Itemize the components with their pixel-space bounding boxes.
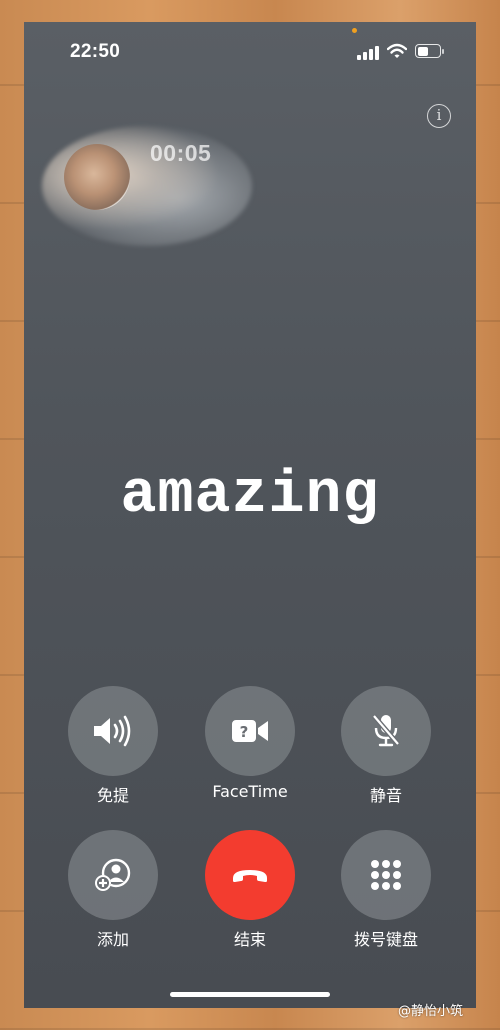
- facetime-video-icon: ?: [232, 720, 268, 742]
- caller-name: amazing: [120, 462, 380, 530]
- caller-avatar: [64, 144, 130, 210]
- privacy-indicator-dot: [352, 28, 357, 33]
- home-indicator[interactable]: [170, 992, 330, 997]
- status-time: 22:50: [70, 41, 121, 62]
- keypad-button[interactable]: 拨号键盘: [331, 830, 441, 960]
- keypad-icon: [371, 860, 401, 890]
- info-button[interactable]: i: [427, 104, 451, 128]
- add-person-icon: [95, 858, 131, 891]
- facetime-button[interactable]: ? FaceTime: [195, 686, 305, 816]
- status-bar: 22:50: [24, 22, 476, 82]
- speaker-label: 免提: [96, 786, 129, 805]
- mute-button-circle[interactable]: [341, 686, 431, 776]
- facetime-button-circle[interactable]: ?: [205, 686, 295, 776]
- facetime-label: FaceTime: [212, 782, 288, 801]
- end-call-label: 结束: [233, 930, 266, 949]
- speaker-button[interactable]: 免提: [58, 686, 168, 816]
- mute-button[interactable]: 静音: [331, 686, 441, 816]
- watermark-text: @静怡小筑: [398, 1004, 464, 1019]
- wifi-icon: [387, 43, 407, 58]
- add-call-button[interactable]: 添加: [58, 830, 168, 960]
- keypad-button-circle[interactable]: [341, 830, 431, 920]
- mic-off-icon: [372, 714, 400, 747]
- keypad-label: 拨号键盘: [353, 930, 418, 949]
- phone-hangup-icon: [233, 870, 267, 882]
- svg-text:?: ?: [240, 723, 249, 741]
- mute-label: 静音: [369, 786, 402, 805]
- call-duration: 00:05: [150, 140, 212, 166]
- battery-icon: [415, 44, 445, 58]
- end-call-button-circle[interactable]: [205, 830, 295, 920]
- add-call-button-circle[interactable]: [68, 830, 158, 920]
- call-screen: 22:50 i 00:05 amazing 免提 ? FaceTime 静音 添…: [24, 22, 476, 1008]
- add-call-label: 添加: [96, 930, 129, 949]
- end-call-button[interactable]: 结束: [195, 830, 305, 960]
- speaker-button-circle[interactable]: [68, 686, 158, 776]
- cellular-signal-icon: [357, 46, 379, 60]
- speaker-icon: [94, 715, 131, 747]
